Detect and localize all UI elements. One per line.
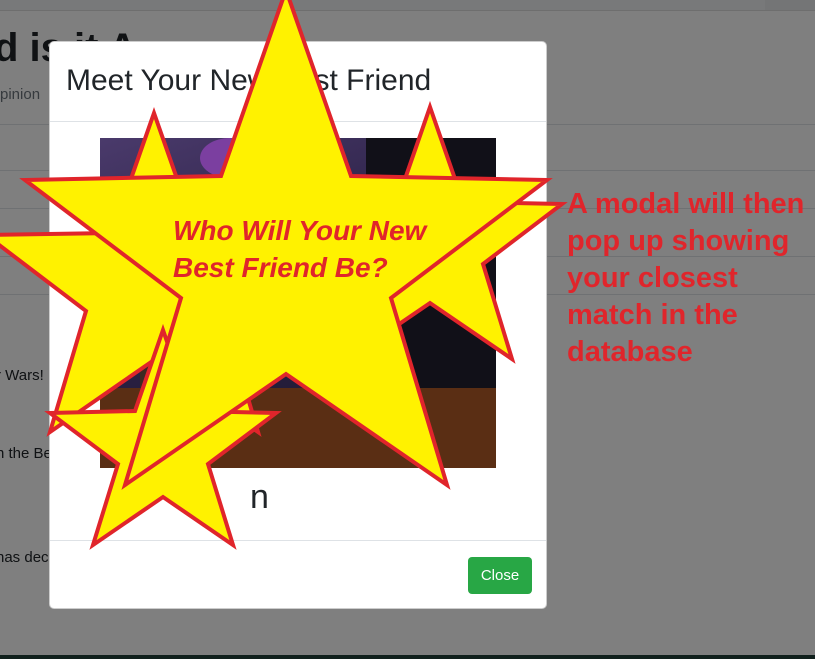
annotation-note: A modal will then pop up showing your cl… <box>567 188 805 368</box>
star-caption: Who Will Your New Best Friend Be? <box>173 215 427 283</box>
